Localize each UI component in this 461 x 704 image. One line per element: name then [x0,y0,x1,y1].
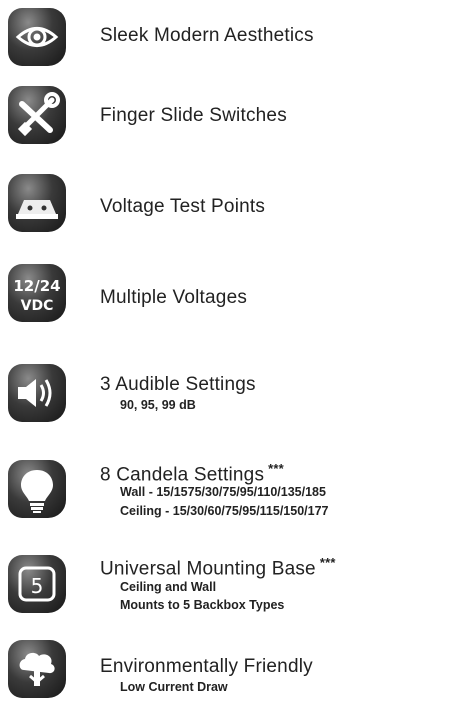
feature-title: Environmentally Friendly [100,656,313,677]
voltage-icon-text-bottom: VDC [21,298,54,314]
feature-detail: Ceiling and Wall [120,580,217,594]
feature-title-text: Universal Mounting Base [100,558,316,580]
feature-detail: Ceiling - 15/30/60/75/95/115/150/177 [120,504,329,518]
footnote-stars: *** [319,555,336,570]
eye-icon [8,8,66,66]
feature-title: Sleek Modern Aesthetics [100,25,314,46]
feature-detail: 90, 95, 99 dB [120,398,196,412]
feature-detail: Low Current Draw [120,680,228,694]
speaker-icon [8,364,66,422]
voltage-icon: 12/24 VDC [8,264,66,322]
feature-title: Multiple Voltages [100,287,248,308]
footnote-stars: *** [268,461,284,476]
lightbulb-icon [8,460,66,518]
feature-detail: Wall - 15/1575/30/75/95/110/135/185 [120,485,326,499]
feature-title: 8 Candela Settings *** [100,461,284,486]
mounting-base-icon: 5 [8,555,66,613]
mounting-base-icon-text: 5 [31,574,44,598]
test-points-icon [8,174,66,232]
feature-title: Voltage Test Points [100,196,266,217]
eco-icon [8,640,66,698]
feature-title: 3 Audible Settings [100,374,256,395]
feature-title-text: 8 Candela Settings [100,464,265,486]
tools-icon [8,86,66,144]
feature-title: Universal Mounting Base *** [100,555,336,580]
voltage-icon-text-top: 12/24 [13,277,60,295]
feature-detail: Mounts to 5 Backbox Types [120,598,285,612]
feature-title: Finger Slide Switches [100,105,287,126]
